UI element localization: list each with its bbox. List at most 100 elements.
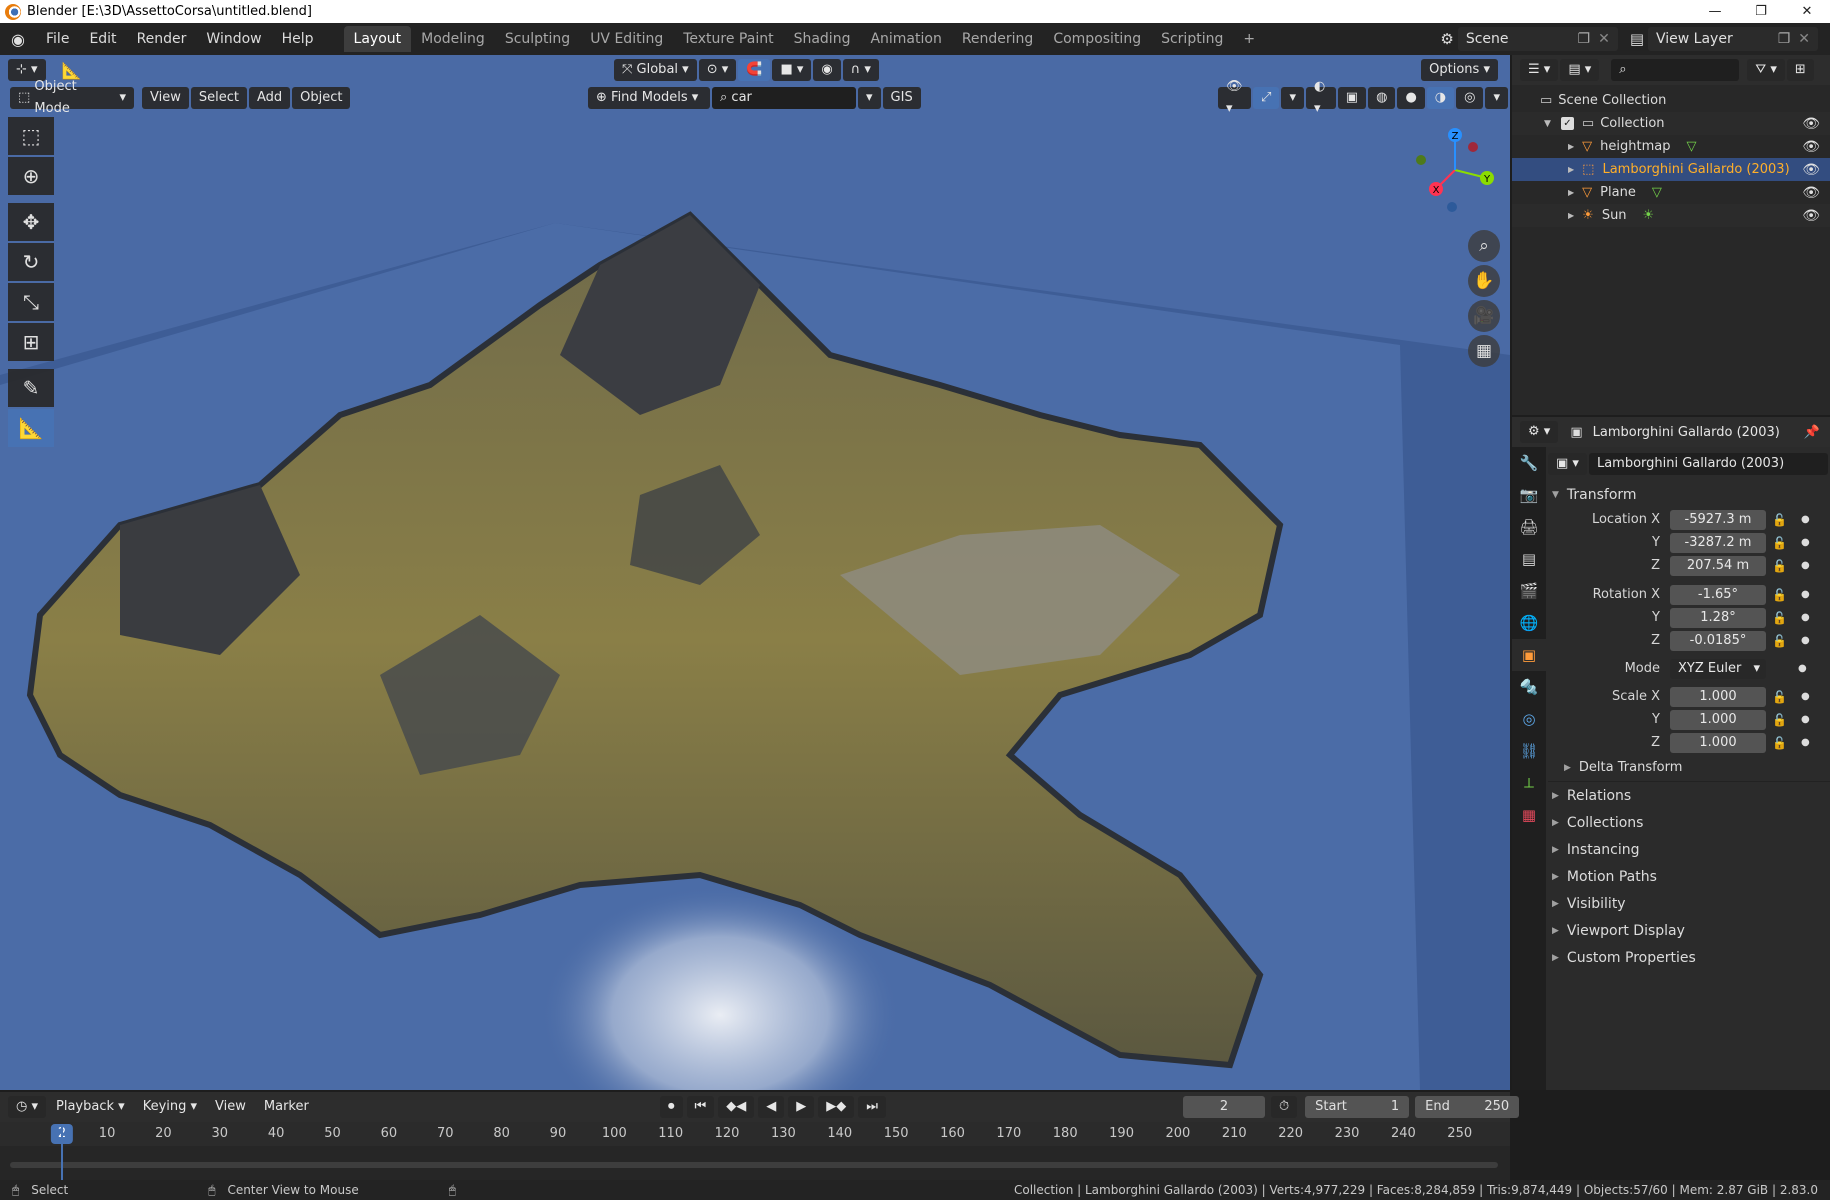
menu-add[interactable]: Add (248, 87, 291, 109)
expand-icon[interactable]: ▶ (1568, 165, 1574, 174)
snap-toggle[interactable]: 🧲 (738, 59, 771, 81)
menu-object[interactable]: Object (292, 87, 351, 109)
menu-playback[interactable]: Playback ▾ (48, 1096, 133, 1118)
tab-uv-editing[interactable]: UV Editing (580, 26, 673, 52)
mode-dropdown[interactable]: ⬚ Object Mode ▾ (10, 79, 134, 116)
select-box-tool[interactable]: ⬚ (8, 117, 54, 155)
end-frame-field[interactable]: End 250 (1415, 1096, 1520, 1118)
constraints-tab-icon[interactable]: ⛓ (1512, 735, 1546, 767)
keyframe-dot-icon[interactable]: ● (1801, 737, 1810, 748)
scale-y-field[interactable]: 1.000 (1670, 709, 1766, 730)
keyframe-dot-icon[interactable]: ● (1801, 560, 1810, 571)
eye-icon[interactable]: 👁 (1802, 208, 1820, 224)
rotation-z-field[interactable]: -0.0185° (1670, 630, 1766, 651)
lock-icon[interactable]: 🔓 (1772, 634, 1787, 648)
scene-tab-icon[interactable]: 🎬 (1512, 575, 1546, 607)
tab-modeling[interactable]: Modeling (411, 26, 495, 52)
relations-panel[interactable]: ▶ Relations (1548, 782, 1830, 809)
record-button[interactable]: ⏺ (660, 1096, 683, 1118)
render-tab-icon[interactable]: 📷 (1512, 479, 1546, 511)
tool-tab-icon[interactable]: 🔧 (1512, 447, 1546, 479)
eye-icon[interactable]: 👁 (1802, 162, 1820, 178)
eye-icon[interactable]: 👁 (1802, 185, 1820, 201)
location-z-field[interactable]: 207.54 m (1670, 555, 1766, 576)
minimize-button[interactable]: — (1692, 0, 1738, 23)
filter-icon[interactable]: ⛛ ▾ (1747, 59, 1785, 81)
menu-select[interactable]: Select (190, 87, 247, 109)
modifier-tab-icon[interactable]: 🔩 (1512, 671, 1546, 703)
outliner-item-heightmap[interactable]: ▶ ▽ heightmap ▽ 👁 (1512, 135, 1830, 158)
gizmo-neg-x[interactable] (1468, 142, 1478, 152)
3d-viewport[interactable]: ⊹ ▾ 📐 ⤧ Global ▾ ⊙ ▾ 🧲 ■ ▾ ◉ ∩ ▾ Options… (0, 55, 1510, 1090)
motion-paths-panel[interactable]: ▶ Motion Paths (1548, 863, 1830, 890)
location-y-field[interactable]: -3287.2 m (1670, 532, 1766, 553)
timeline-scrollbar[interactable] (10, 1162, 1498, 1168)
menu-help[interactable]: Help (272, 26, 324, 52)
preview-range-icon[interactable]: ⏱ (1271, 1096, 1298, 1118)
mesh-data-icon[interactable]: ▽ (1652, 185, 1662, 200)
measure-tool[interactable]: 📐 (8, 409, 54, 447)
keyframe-dot-icon[interactable]: ● (1798, 663, 1807, 674)
menu-keying[interactable]: Keying ▾ (135, 1096, 205, 1118)
shading-rendered[interactable]: ◎ (1456, 87, 1484, 109)
gizmo-neg-z[interactable] (1447, 202, 1457, 212)
collection-expand-icon[interactable]: ▼ (1544, 119, 1551, 129)
tab-rendering[interactable]: Rendering (952, 26, 1044, 52)
scene-collection-row[interactable]: ▭ Scene Collection (1512, 89, 1830, 112)
menu-edit[interactable]: Edit (79, 26, 126, 52)
expand-icon[interactable]: ▶ (1568, 188, 1574, 197)
menu-view[interactable]: View (142, 87, 189, 109)
outliner-item-lamborghini[interactable]: ▶ ⬚ Lamborghini Gallardo (2003) 👁 (1512, 158, 1830, 181)
lock-icon[interactable]: 🔓 (1772, 713, 1787, 727)
shading-solid[interactable]: ● (1397, 87, 1425, 109)
tab-shading[interactable]: Shading (784, 26, 861, 52)
pivot-dropdown[interactable]: ⊙ ▾ (698, 59, 737, 81)
camera-view-icon[interactable]: 🎥 (1468, 300, 1500, 332)
transform-panel-header[interactable]: ▼ Transform (1548, 481, 1830, 508)
keyframe-dot-icon[interactable]: ● (1801, 635, 1810, 646)
start-frame-field[interactable]: Start 1 (1305, 1096, 1410, 1118)
delta-transform-header[interactable]: ▶ Delta Transform (1548, 754, 1830, 781)
view-layer-tab-icon[interactable]: ▤ (1512, 543, 1546, 575)
keyframe-dot-icon[interactable]: ● (1801, 691, 1810, 702)
perspective-grid-icon[interactable]: ▦ (1468, 335, 1500, 367)
menu-timeline-view[interactable]: View (207, 1096, 254, 1118)
jump-start-button[interactable]: ⏮ (686, 1096, 715, 1118)
scene-icon[interactable]: ⚙ (1440, 30, 1453, 48)
options-dropdown[interactable]: Options ▾ (1421, 59, 1498, 81)
object-name-field[interactable]: Lamborghini Gallardo (2003) (1588, 453, 1828, 475)
pan-hand-icon[interactable]: ✋ (1468, 265, 1500, 297)
visibility-dropdown[interactable]: 👁 ▾ (1218, 79, 1252, 116)
prev-keyframe-button[interactable]: ◆◀ (718, 1096, 755, 1118)
output-tab-icon[interactable]: 🖨 (1512, 511, 1546, 543)
location-x-field[interactable]: -5927.3 m (1670, 509, 1766, 530)
rotation-x-field[interactable]: -1.65° (1670, 584, 1766, 605)
eye-icon[interactable]: 👁 (1802, 139, 1820, 155)
outliner-item-plane[interactable]: ▶ ▽ Plane ▽ 👁 (1512, 181, 1830, 204)
data-tab-icon[interactable]: ⟂ (1512, 767, 1546, 799)
world-tab-icon[interactable]: 🌐 (1512, 607, 1546, 639)
scene-copy-icon[interactable]: ❐ (1578, 31, 1591, 47)
mesh-data-icon[interactable]: ▽ (1686, 139, 1696, 154)
eye-icon[interactable]: 👁 (1802, 116, 1820, 132)
close-button[interactable]: ✕ (1784, 0, 1830, 23)
timeline-editor-type[interactable]: ◷ ▾ (8, 1096, 47, 1118)
rotation-y-field[interactable]: 1.28° (1670, 607, 1766, 628)
light-data-icon[interactable]: ☀ (1643, 208, 1655, 223)
physics-tab-icon[interactable]: ◎ (1512, 703, 1546, 735)
restore-button[interactable]: ❐ (1738, 0, 1784, 23)
jump-end-button[interactable]: ⏭ (858, 1096, 886, 1118)
tab-scripting[interactable]: Scripting (1151, 26, 1233, 52)
menu-render[interactable]: Render (127, 26, 197, 52)
menu-marker[interactable]: Marker (256, 1096, 317, 1118)
current-frame-field[interactable]: 2 (1183, 1096, 1265, 1118)
playhead-line[interactable] (61, 1126, 63, 1180)
lock-icon[interactable]: 🔓 (1772, 513, 1787, 527)
blender-menu-icon[interactable]: ◉ (0, 30, 36, 49)
collection-row[interactable]: ▼ ✓ ▭ Collection 👁 (1512, 112, 1830, 135)
collection-checkbox[interactable]: ✓ (1560, 117, 1574, 130)
gizmo-toggle[interactable]: ⤢ (1253, 87, 1280, 109)
scale-x-field[interactable]: 1.000 (1670, 686, 1766, 707)
object-tab-icon[interactable]: ▣ (1512, 639, 1546, 671)
tab-animation[interactable]: Animation (860, 26, 951, 52)
